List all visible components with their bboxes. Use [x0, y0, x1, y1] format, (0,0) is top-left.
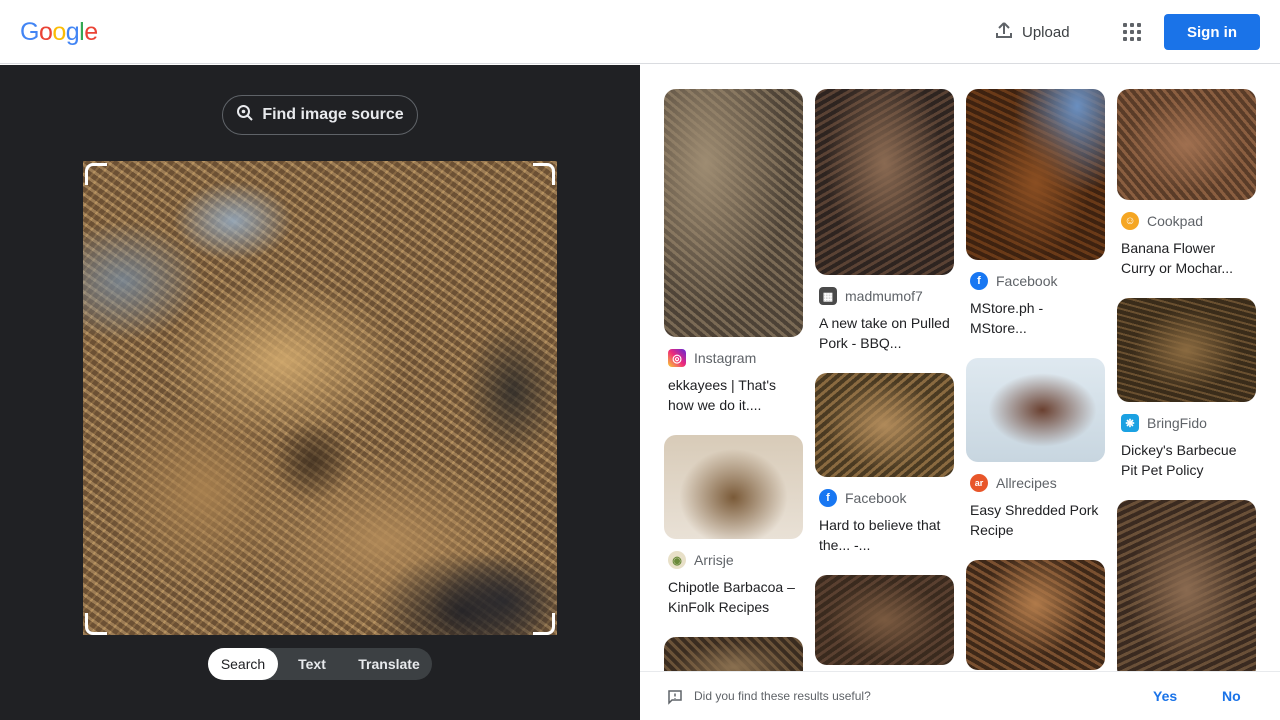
- allrecipes-icon: ar: [970, 474, 988, 492]
- result-card[interactable]: f Facebook MStore.ph - MStore...: [966, 89, 1105, 338]
- result-title[interactable]: MStore.ph - MStore...: [970, 298, 1101, 338]
- google-logo[interactable]: Google: [20, 18, 98, 47]
- lens-mode-switcher: Search Text Translate: [208, 648, 432, 680]
- result-source: ◎ Instagram: [668, 349, 803, 367]
- crop-handle-bottom-left[interactable]: [85, 613, 107, 635]
- feedback-icon: [667, 689, 683, 710]
- results-column: ☺ Cookpad Banana Flower Curry or Mochar.…: [1117, 89, 1256, 671]
- upload-button[interactable]: Upload: [984, 16, 1080, 48]
- result-card[interactable]: [664, 637, 803, 671]
- result-source-name: madmumof7: [845, 288, 923, 304]
- result-card[interactable]: [966, 560, 1105, 670]
- logo-letter: o: [52, 18, 66, 46]
- result-source-name: Facebook: [845, 490, 907, 506]
- upload-label: Upload: [1022, 23, 1070, 41]
- result-card[interactable]: ar Allrecipes Easy Shredded Pork Recipe: [966, 358, 1105, 540]
- logo-letter: e: [84, 18, 98, 46]
- result-thumbnail[interactable]: [664, 435, 803, 539]
- result-thumbnail[interactable]: [815, 89, 954, 275]
- result-title[interactable]: Easy Shredded Pork Recipe: [970, 500, 1101, 540]
- result-thumbnail[interactable]: [1117, 89, 1256, 200]
- top-bar: Google Upload Sign in: [0, 0, 1280, 64]
- apps-grid-icon[interactable]: [1116, 16, 1148, 48]
- feedback-bar: Did you find these results useful? Yes N…: [640, 671, 1280, 720]
- mode-search[interactable]: Search: [208, 648, 278, 680]
- result-card[interactable]: ◎ Instagram ekkayees | That's how we do …: [664, 89, 803, 415]
- result-thumbnail[interactable]: [966, 89, 1105, 260]
- lens-search-icon: [236, 104, 254, 127]
- result-thumbnail[interactable]: [966, 358, 1105, 462]
- result-source-name: Arrisje: [694, 552, 734, 568]
- results-column: ◎ Instagram ekkayees | That's how we do …: [664, 89, 803, 671]
- bringfido-icon: ❋: [1121, 414, 1139, 432]
- result-thumbnail[interactable]: [1117, 500, 1256, 671]
- result-title[interactable]: Dickey's Barbecue Pit Pet Policy: [1121, 440, 1252, 480]
- result-title[interactable]: Banana Flower Curry or Mochar...: [1121, 238, 1252, 278]
- result-source: ◉ Arrisje: [668, 551, 803, 569]
- madmumof7-icon: ▦: [819, 287, 837, 305]
- result-thumbnail[interactable]: [1117, 298, 1256, 402]
- crop-handle-top-right[interactable]: [533, 163, 555, 185]
- result-card[interactable]: ❋ BringFido Dickey's Barbecue Pit Pet Po…: [1117, 298, 1256, 480]
- result-source-name: Facebook: [996, 273, 1058, 289]
- logo-letter: g: [65, 18, 80, 46]
- facebook-icon: f: [970, 272, 988, 290]
- result-card[interactable]: ☺ Cookpad Banana Flower Curry or Mochar.…: [1117, 89, 1256, 278]
- result-source: f Facebook: [819, 489, 954, 507]
- result-source-name: Instagram: [694, 350, 757, 366]
- result-source: f Facebook: [970, 272, 1105, 290]
- crop-handle-bottom-right[interactable]: [533, 613, 555, 635]
- result-title[interactable]: Chipotle Barbacoa – KinFolk Recipes: [668, 577, 799, 617]
- instagram-icon: ◎: [668, 349, 686, 367]
- upload-icon: [994, 20, 1014, 44]
- facebook-icon: f: [819, 489, 837, 507]
- result-thumbnail[interactable]: [815, 575, 954, 665]
- result-title[interactable]: Hard to believe that the... -...: [819, 515, 950, 555]
- result-source: ❋ BringFido: [1121, 414, 1256, 432]
- result-card[interactable]: ▦ madmumof7 A new take on Pulled Pork - …: [815, 89, 954, 353]
- result-source-name: Cookpad: [1147, 213, 1204, 229]
- logo-letter: G: [20, 18, 39, 46]
- sign-in-button[interactable]: Sign in: [1164, 14, 1260, 50]
- result-source: ar Allrecipes: [970, 474, 1105, 492]
- result-source-name: Allrecipes: [996, 475, 1057, 491]
- result-card[interactable]: [815, 575, 954, 665]
- result-thumbnail[interactable]: [664, 637, 803, 671]
- arrisje-icon: ◉: [668, 551, 686, 569]
- result-card[interactable]: f Facebook Hard to believe that the... -…: [815, 373, 954, 555]
- results-column: f Facebook MStore.ph - MStore... ar Allr…: [966, 89, 1105, 671]
- result-title[interactable]: A new take on Pulled Pork - BBQ...: [819, 313, 950, 353]
- logo-letter: o: [38, 18, 53, 46]
- result-card[interactable]: [1117, 500, 1256, 671]
- result-thumbnail[interactable]: [966, 560, 1105, 670]
- result-thumbnail[interactable]: [815, 373, 954, 477]
- feedback-question: Did you find these results useful?: [694, 689, 871, 703]
- feedback-yes-button[interactable]: Yes: [1153, 688, 1177, 704]
- result-thumbnail[interactable]: [664, 89, 803, 337]
- result-source: ▦ madmumof7: [819, 287, 954, 305]
- results-column: ▦ madmumof7 A new take on Pulled Pork - …: [815, 89, 954, 671]
- result-card[interactable]: ◉ Arrisje Chipotle Barbacoa – KinFolk Re…: [664, 435, 803, 617]
- visual-matches-panel: ◎ Instagram ekkayees | That's how we do …: [640, 65, 1280, 671]
- find-image-source-label: Find image source: [262, 106, 404, 123]
- query-image[interactable]: [83, 161, 557, 635]
- find-image-source-button[interactable]: Find image source: [222, 95, 418, 135]
- result-source-name: BringFido: [1147, 415, 1207, 431]
- mode-text[interactable]: Text: [278, 648, 346, 680]
- mode-translate[interactable]: Translate: [346, 648, 432, 680]
- crop-handle-top-left[interactable]: [85, 163, 107, 185]
- feedback-no-button[interactable]: No: [1222, 688, 1241, 704]
- cookpad-icon: ☺: [1121, 212, 1139, 230]
- result-title[interactable]: ekkayees | That's how we do it....: [668, 375, 799, 415]
- result-source: ☺ Cookpad: [1121, 212, 1256, 230]
